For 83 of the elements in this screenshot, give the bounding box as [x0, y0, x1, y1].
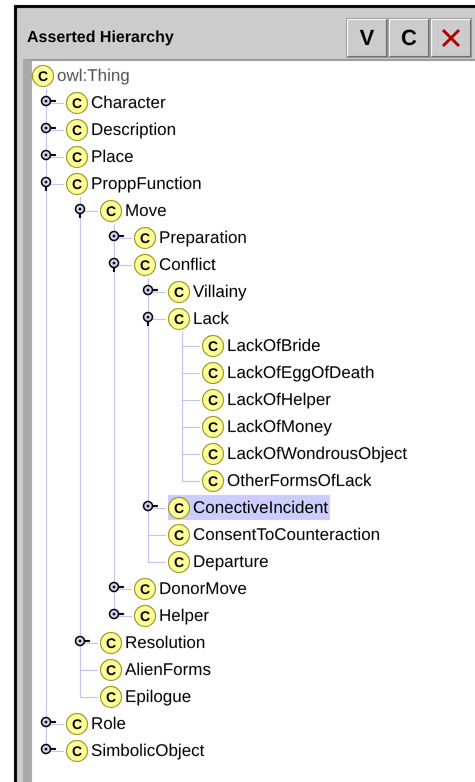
node-label: Place — [91, 146, 134, 166]
class-icon: C — [66, 712, 88, 734]
toolbar-button[interactable]: V — [347, 19, 387, 57]
class-icon: C — [100, 632, 122, 654]
class-icon: C — [66, 146, 88, 168]
class-icon: C — [134, 254, 156, 276]
class-icon: C — [66, 118, 88, 140]
tree-node[interactable]: C Move — [100, 198, 169, 223]
node-label: ConectiveIncident — [193, 498, 328, 518]
tree-node[interactable]: C LackOfBride — [202, 333, 323, 358]
tree-node[interactable]: C Epilogue — [100, 684, 194, 709]
close-icon — [440, 27, 462, 49]
node-label: LackOfEggOfDeath — [227, 362, 374, 382]
class-icon: C — [202, 362, 224, 384]
node-label: Resolution — [125, 632, 206, 652]
class-icon: C — [168, 524, 190, 546]
node-label: Character — [91, 92, 166, 112]
class-icon: C — [134, 604, 156, 626]
tree-node[interactable]: C ConsentToCounteraction — [168, 522, 382, 547]
tree-node[interactable]: C Resolution — [100, 630, 208, 655]
class-icon: C — [100, 658, 122, 680]
node-label: Helper — [159, 606, 210, 626]
node-label: Preparation — [159, 228, 247, 248]
node-label: DonorMove — [159, 578, 247, 598]
panel-title: Asserted Hierarchy — [26, 29, 174, 47]
tree-node[interactable]: C Character — [66, 90, 168, 115]
tree-node[interactable]: C ConectiveIncident — [168, 495, 330, 520]
node-label: Role — [91, 714, 126, 734]
tree-node[interactable]: C Preparation — [134, 225, 249, 250]
class-icon: C — [202, 334, 224, 356]
node-label: LackOfMoney — [227, 416, 332, 436]
node-label: OtherFormsOfLack — [227, 470, 372, 490]
node-label: ConsentToCounteraction — [193, 524, 380, 544]
node-label: ProppFunction — [91, 174, 202, 194]
tree-node[interactable]: C owl:Thing — [32, 63, 132, 88]
class-icon: C — [134, 226, 156, 248]
class-icon: C — [66, 740, 88, 762]
tree-node[interactable]: C LackOfWondrousObject — [202, 441, 410, 466]
tree-node[interactable]: C Place — [66, 144, 136, 169]
class-icon: C — [202, 388, 224, 410]
node-label: Conflict — [159, 254, 216, 274]
class-icon: C — [134, 578, 156, 600]
node-label: Epilogue — [125, 686, 192, 706]
class-icon: C — [202, 442, 224, 464]
tree-node[interactable]: C AlienForms — [100, 657, 213, 682]
node-label: Move — [125, 200, 167, 220]
node-label: Villainy — [193, 282, 247, 302]
node-label: LackOfHelper — [227, 390, 331, 410]
tree-node[interactable]: C Lack — [168, 306, 231, 331]
class-icon: C — [32, 64, 54, 86]
class-icon: C — [168, 280, 190, 302]
tree-node[interactable]: C Role — [66, 711, 128, 736]
node-label: SimbolicObject — [91, 740, 204, 760]
toolbar-button[interactable]: C — [389, 19, 429, 57]
class-icon: C — [100, 686, 122, 708]
class-icon: C — [66, 172, 88, 194]
node-label: Departure — [193, 552, 269, 572]
class-icon: C — [168, 308, 190, 330]
class-icon: C — [202, 470, 224, 492]
node-label: owl:Thing — [57, 66, 130, 86]
tree-node[interactable]: C DonorMove — [134, 576, 249, 601]
class-icon: C — [66, 92, 88, 114]
tree-node[interactable]: C Conflict — [134, 252, 218, 277]
node-label: Description — [91, 120, 176, 140]
class-icon: C — [168, 550, 190, 572]
tree-node[interactable]: C LackOfHelper — [202, 387, 333, 412]
node-label: Lack — [193, 308, 229, 328]
node-label: AlienForms — [125, 660, 211, 680]
class-icon: C — [168, 496, 190, 518]
tree-node[interactable]: C ProppFunction — [66, 171, 204, 196]
node-label: LackOfWondrousObject — [227, 444, 408, 464]
class-icon: C — [202, 416, 224, 438]
tree-node[interactable]: C Helper — [134, 603, 212, 628]
tree-node[interactable]: C LackOfMoney — [202, 414, 334, 439]
tree-node[interactable]: C SimbolicObject — [66, 738, 206, 763]
tree-node[interactable]: C Departure — [168, 549, 271, 574]
tree-node[interactable]: C Villainy — [168, 279, 249, 304]
class-icon: C — [100, 200, 122, 222]
node-label: LackOfBride — [227, 336, 321, 356]
tree-node[interactable]: C OtherFormsOfLack — [202, 468, 374, 493]
tree-node[interactable]: C LackOfEggOfDeath — [202, 360, 376, 385]
tree-node[interactable]: C Description — [66, 117, 178, 142]
delete-button[interactable] — [431, 19, 471, 57]
